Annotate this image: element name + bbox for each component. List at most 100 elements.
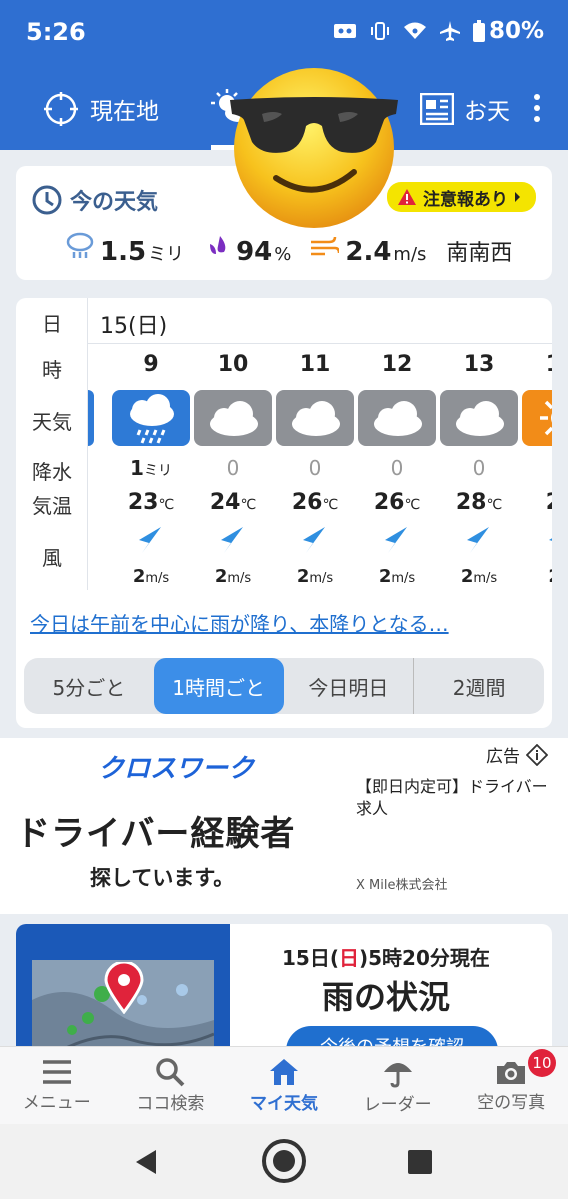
cloudy-weather-icon (276, 390, 354, 446)
temp-cell: 24℃ (209, 490, 257, 515)
hour-label: 14 (520, 352, 552, 377)
hour-label: 9 (143, 352, 159, 377)
segment-2weeks[interactable]: 2週間 (413, 658, 544, 714)
radar-map-thumbnail (16, 924, 230, 1064)
battery-indicator: 80% (472, 18, 544, 44)
more-menu-icon[interactable] (534, 94, 542, 127)
newspaper-icon (420, 93, 454, 125)
temp-cell: 26℃ (373, 490, 421, 515)
ad-company: X Mile株式会社 (356, 878, 448, 893)
precip-cell: 0 (472, 456, 486, 480)
tab-sky-photos[interactable]: 空の写真 10 (454, 1047, 568, 1124)
wind-unit: m/s (393, 244, 427, 265)
menu-icon (42, 1060, 71, 1084)
hour-column: 12 0 26℃ 2m/s (356, 344, 438, 590)
rain-card-title: 雨の状況 (322, 978, 451, 1016)
hour-column: 11 0 26℃ 2m/s (274, 344, 356, 590)
location-pin-icon (104, 962, 144, 1014)
precip-cell: 0 (308, 456, 322, 480)
cloudy-weather-icon (194, 390, 272, 446)
hour-column: 14 0 29 2m (520, 344, 552, 590)
wind-speed-cell: 2m/s (214, 566, 252, 587)
cloudy-weather-icon (358, 390, 436, 446)
hourly-columns[interactable]: 9 1ミリ 23℃ 2m/s 10 0 24℃ 2m/s 11 0 26℃ 2m/s 12 0 26℃ 2m/… (16, 298, 552, 590)
current-weather-title: 今の天気 (70, 190, 159, 215)
wind-speed-cell: 2m/s (460, 566, 498, 587)
wind-speed-cell: 2m/s (132, 566, 170, 587)
interval-selector: 5分ごと 1時間ごと 今日明日 2週間 (24, 658, 544, 714)
hour-column: 10 0 24℃ 2m/s (192, 344, 274, 590)
search-icon (156, 1058, 185, 1087)
ad-badge[interactable]: 広告 (486, 742, 548, 767)
precip-cell: 1ミリ (130, 456, 172, 480)
rain-status-card[interactable]: 15日(日)5時20分現在 雨の状況 今後の予想を確認 (16, 924, 552, 1064)
ad-badge-label: 広告 (486, 747, 520, 767)
bottom-tab-bar: メニュー ココ検索 マイ天気 レーダー 空の写真 10 (0, 1046, 568, 1124)
tab-menu-label: メニュー (22, 1093, 91, 1113)
precip-cell: 0 (226, 456, 240, 480)
tab-menu[interactable]: メニュー (0, 1047, 114, 1124)
wind-icon (311, 236, 340, 256)
wind-direction-arrow-icon (302, 526, 328, 554)
wind-value: 2.4 (345, 237, 392, 267)
tab-search[interactable]: ココ検索 (114, 1047, 228, 1124)
current-weather-header: 今の天気 (32, 184, 158, 216)
precip-value: 1.5 (100, 237, 147, 267)
hour-column: 13 0 28℃ 2m/s (438, 344, 520, 590)
current-stats: 1.5 ミリ 94 % 2.4 m/s 南南西 (66, 232, 530, 267)
crosshair-icon (44, 92, 78, 126)
precip-unit: ミリ (148, 244, 185, 265)
battery-percent: 80% (488, 18, 544, 44)
precip-cell: 0 (390, 456, 404, 480)
nav-news[interactable]: お天 (420, 68, 510, 150)
ad-description: 【即日内定可】ドライバー求人 (356, 777, 548, 818)
cloudy-weather-icon (440, 390, 518, 446)
segment-5min[interactable]: 5分ごと (24, 658, 154, 714)
segment-hourly[interactable]: 1時間ごと (153, 658, 284, 714)
rain-timestamp: 15日(日)5時20分現在 (282, 946, 490, 970)
status-icons: 80% (333, 18, 544, 44)
system-navigation-bar (0, 1124, 568, 1199)
hour-label: 10 (217, 352, 249, 377)
wind-direction-arrow-icon (466, 526, 492, 554)
recents-icon[interactable] (408, 1150, 432, 1174)
tab-my-weather[interactable]: マイ天気 (227, 1047, 341, 1124)
segment-today-tomorrow[interactable]: 今日明日 (284, 658, 414, 714)
ad-brand-logo: クロスワーク (98, 754, 255, 784)
sunglasses-emoji-sticker (230, 68, 398, 228)
wifi-icon (403, 22, 426, 39)
humidity-unit: % (274, 244, 292, 265)
hour-label: 11 (299, 352, 331, 377)
info-icon (526, 743, 548, 766)
ad-subline: 探しています。 (90, 866, 235, 890)
photo-count-badge: 10 (527, 1049, 556, 1077)
hour-label: 12 (381, 352, 413, 377)
nav-current-location[interactable]: 現在地 (0, 68, 159, 150)
camera-icon (497, 1062, 526, 1084)
tab-sky-photos-label: 空の写真 (477, 1093, 546, 1113)
temp-cell: 29 (520, 490, 552, 515)
hourly-forecast-card: 日 時 天気 降水 気温 風 15(日) 9 1ミリ 23℃ 2m/s 10 0 24℃ 2m… (16, 298, 552, 728)
hour-label: 13 (463, 352, 495, 377)
wind-direction-arrow-icon (138, 526, 164, 554)
wind-direction: 南南西 (446, 241, 513, 266)
ad-banner[interactable]: クロスワーク 広告 ドライバー経験者 探しています。 【即日内定可】ドライバー求… (0, 738, 568, 914)
wind-speed-cell: 2m/s (296, 566, 334, 587)
chevron-right-icon (515, 192, 520, 202)
alert-badge[interactable]: 注意報あり (387, 182, 536, 212)
back-icon[interactable] (132, 1148, 160, 1176)
wind-direction-arrow-icon (220, 526, 246, 554)
home-button-icon[interactable] (261, 1138, 307, 1184)
wind-speed-cell: 2m/s (378, 566, 416, 587)
hour-column: 9 1ミリ 23℃ 2m/s (110, 344, 192, 590)
tab-radar-label: レーダー (363, 1095, 432, 1115)
sunny-weather-icon (522, 390, 552, 446)
tab-radar[interactable]: レーダー (341, 1047, 455, 1124)
wind-direction-arrow-icon (548, 526, 552, 554)
nav-news-label: お天 (464, 99, 510, 125)
forecast-summary-link[interactable]: 今日は午前を中心に雨が降り、本降りとなる… (30, 608, 540, 637)
temp-cell: 28℃ (455, 490, 503, 515)
status-time: 5:26 (26, 18, 86, 46)
vibrate-icon (370, 22, 389, 40)
tab-search-label: ココ検索 (136, 1094, 205, 1114)
